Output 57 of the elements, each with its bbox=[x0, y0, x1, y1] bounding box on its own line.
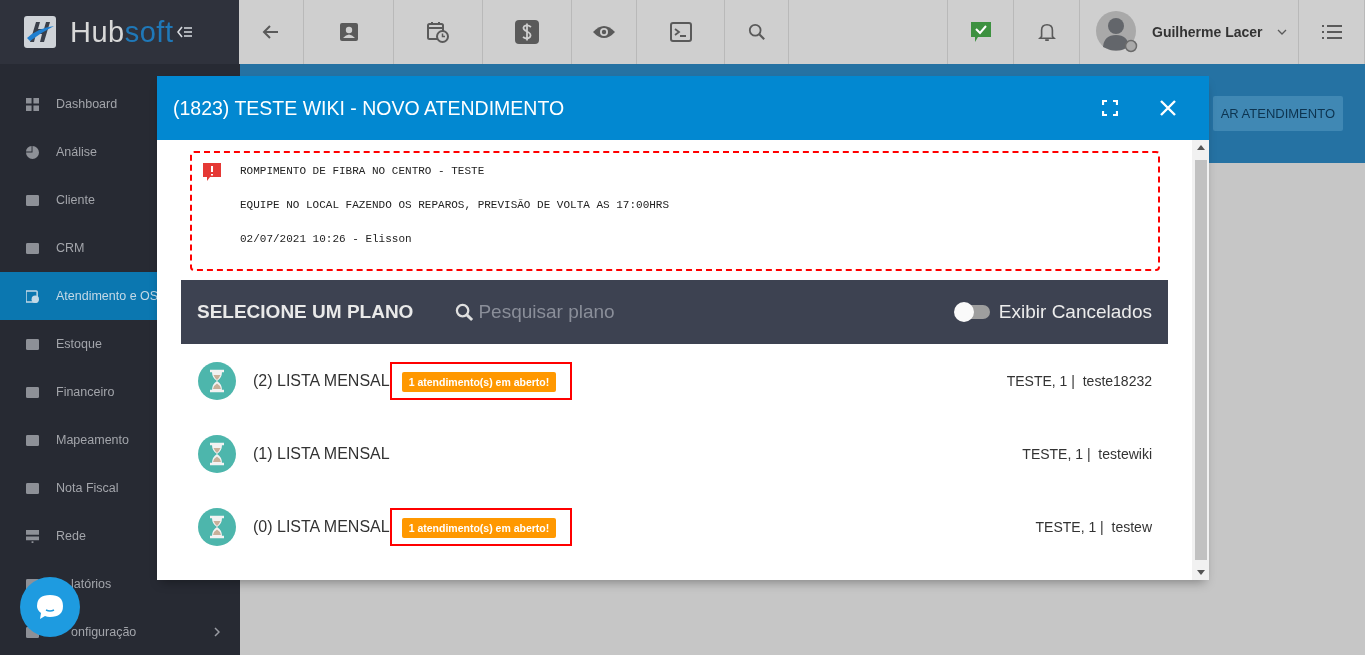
chat-check-icon[interactable] bbox=[969, 21, 992, 43]
logo-wordmark: Hubsoft bbox=[70, 15, 174, 49]
logo-icon bbox=[24, 16, 56, 48]
menu-item-icon bbox=[26, 481, 39, 495]
menu-item-icon bbox=[26, 289, 39, 303]
chat-bubble-icon bbox=[35, 592, 65, 622]
terminal-icon[interactable] bbox=[669, 22, 692, 42]
toggle-label: Exibir Cancelados bbox=[998, 301, 1152, 323]
collapse-menu-icon[interactable] bbox=[177, 26, 194, 38]
alert-text: ROMPIMENTO DE FIBRA NO CENTRO - TESTE bbox=[240, 165, 486, 177]
notification-bell-icon[interactable] bbox=[1037, 22, 1056, 42]
hourglass-icon bbox=[198, 361, 236, 400]
scroll-down-icon[interactable] bbox=[1196, 570, 1205, 575]
chevron-right-icon bbox=[214, 627, 220, 637]
menu-item-icon bbox=[26, 385, 39, 399]
background-button[interactable]: AR ATENDIMENTO bbox=[1212, 96, 1343, 131]
toggle-switch[interactable] bbox=[954, 305, 990, 319]
scrollbar-thumb[interactable] bbox=[1194, 160, 1207, 560]
plan-detail: TESTE, 1 | testew bbox=[1035, 518, 1152, 535]
dollar-icon[interactable] bbox=[515, 20, 540, 44]
user-name[interactable]: Guilherme Lacer bbox=[1152, 24, 1263, 40]
search-icon[interactable] bbox=[747, 23, 766, 41]
open-tickets-badge: 1 atendimento(s) em aberto! bbox=[401, 517, 557, 538]
sidebar-item[interactable]: CRM bbox=[0, 224, 240, 272]
modal-title: (1823) TESTE WIKI - NOVO ATENDIMENTO bbox=[173, 96, 566, 120]
scroll-up-icon[interactable] bbox=[1196, 145, 1205, 150]
menu-item-icon bbox=[26, 529, 39, 543]
alert-text: 02/07/2021 10:26 - Elisson bbox=[240, 233, 413, 245]
search-icon bbox=[455, 302, 475, 322]
plan-detail: TESTE, 1 | testewiki bbox=[1022, 445, 1152, 462]
eye-icon[interactable] bbox=[592, 24, 617, 40]
plan-name: (2) LISTA MENSAL bbox=[253, 371, 390, 390]
menu-item-icon bbox=[26, 433, 39, 447]
chevron-down-icon[interactable] bbox=[1276, 29, 1287, 35]
open-tickets-badge: 1 atendimento(s) em aberto! bbox=[401, 371, 557, 392]
hourglass-icon bbox=[198, 434, 236, 473]
plan-search-field[interactable]: Pesquisar plano bbox=[476, 300, 721, 324]
sidebar-item[interactable]: Análise bbox=[0, 128, 240, 176]
fullscreen-icon[interactable] bbox=[1102, 100, 1118, 116]
close-icon[interactable] bbox=[1160, 100, 1176, 116]
plan-name: (1) LISTA MENSAL bbox=[253, 444, 390, 463]
plan-name: (0) LISTA MENSAL bbox=[253, 517, 390, 536]
alert-text: EQUIPE NO LOCAL FAZENDO OS REPAROS, PREVISÃO DE VOLTA AS 17:00HRS bbox=[240, 199, 670, 211]
sidebar-item[interactable]: Cliente bbox=[0, 176, 240, 224]
menu-item-icon bbox=[26, 97, 39, 111]
list-menu-icon[interactable] bbox=[1321, 24, 1342, 40]
plan-detail: TESTE, 1 | teste18232 bbox=[1006, 372, 1152, 389]
menu-item-icon bbox=[26, 241, 39, 255]
menu-item-icon bbox=[26, 145, 39, 159]
scrollbar[interactable] bbox=[1192, 140, 1209, 580]
menu-item-icon bbox=[26, 337, 39, 351]
contact-card-icon[interactable] bbox=[338, 22, 359, 42]
hourglass-icon bbox=[198, 507, 236, 546]
user-avatar-icon[interactable] bbox=[1096, 11, 1138, 53]
alert-message-icon bbox=[202, 162, 222, 182]
calendar-clock-icon[interactable] bbox=[427, 21, 450, 43]
menu-item-icon bbox=[26, 193, 39, 207]
